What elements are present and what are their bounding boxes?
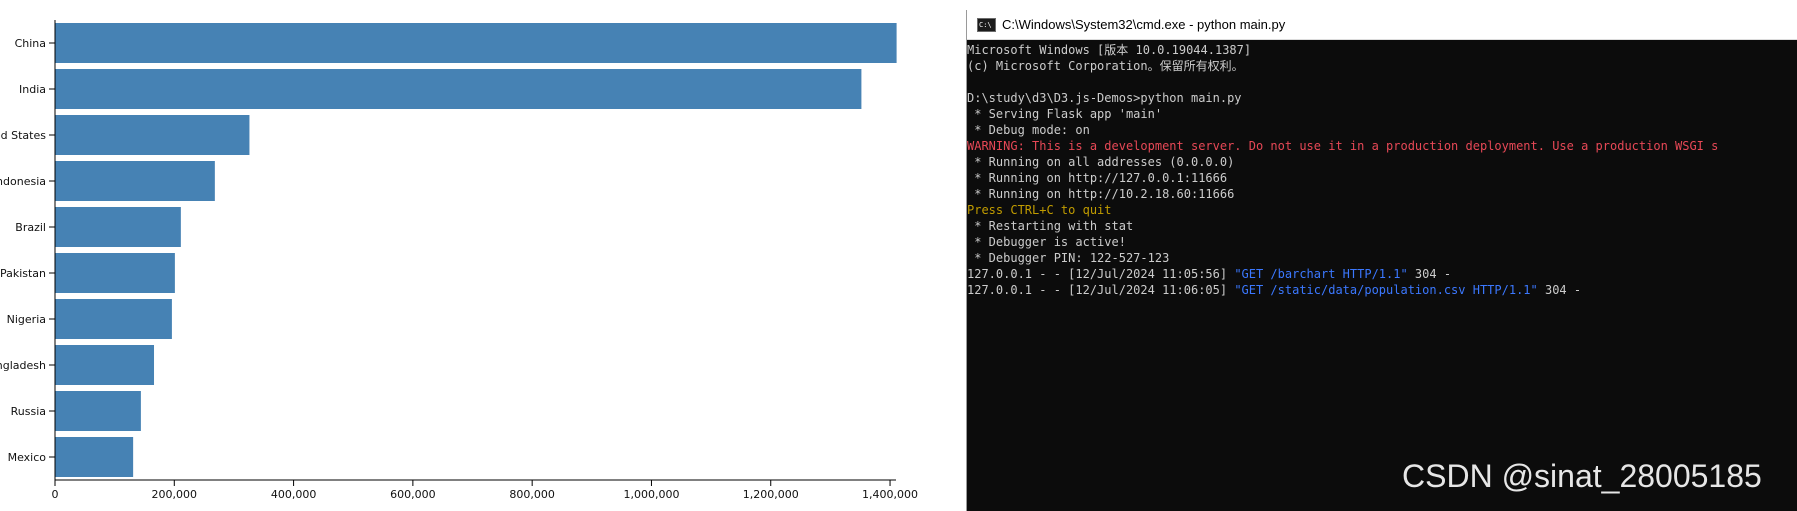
bar-chart-svg: China India United States Indonesia Brazil Pa… <box>0 20 918 501</box>
population-bar-chart: China India United States Indonesia Brazil Pa… <box>0 0 960 511</box>
bar <box>55 299 172 339</box>
y-tick-label: Nigeria <box>7 313 46 326</box>
console-line: D:\study\d3\D3.js-Demos>python main.py <box>967 91 1242 105</box>
bar <box>55 207 181 247</box>
x-tick-label: 400,000 <box>271 488 317 501</box>
bar <box>55 161 215 201</box>
bar <box>55 115 250 155</box>
y-tick-label: India <box>19 83 46 96</box>
console-line: * Debug mode: on <box>967 123 1090 137</box>
console-line: WARNING: This is a development server. D… <box>967 139 1719 153</box>
bar <box>55 437 134 477</box>
console-line: * Debugger is active! <box>967 235 1126 249</box>
cmd-window-title: C:\Windows\System32\cmd.exe - python mai… <box>1002 17 1286 32</box>
bar <box>55 23 897 63</box>
console-line: Press CTRL+C to quit <box>967 203 1112 217</box>
console-line: * Restarting with stat <box>967 219 1134 233</box>
request-prefix: 127.0.0.1 - - [12/Jul/2024 11:05:56] <box>967 267 1235 281</box>
x-tick-label: 1,000,000 <box>623 488 679 501</box>
watermark: CSDN @sinat_28005185 <box>1402 458 1762 494</box>
request-path: "GET /static/data/population.csv HTTP/1.… <box>1234 283 1538 297</box>
x-tick-label: 1,200,000 <box>743 488 799 501</box>
console-line: * Serving Flask app 'main' <box>967 107 1163 121</box>
y-tick-label: Bangladesh <box>0 359 46 372</box>
console-line: * Running on http://10.2.18.60:11666 <box>967 187 1235 201</box>
bar <box>55 253 175 293</box>
request-prefix: 127.0.0.1 - - [12/Jul/2024 11:06:05] <box>967 283 1235 297</box>
console-request-line: 127.0.0.1 - - [12/Jul/2024 11:06:05] "GE… <box>967 282 1797 298</box>
y-tick-label: Indonesia <box>0 175 46 188</box>
x-tick-label: 800,000 <box>509 488 555 501</box>
x-tick-label: 1,400,000 <box>862 488 918 501</box>
console-line: Microsoft Windows [版本 10.0.19044.1387] <box>967 43 1252 57</box>
y-tick-label: Brazil <box>15 221 46 234</box>
bar <box>55 69 862 109</box>
console-line: * Running on all addresses (0.0.0.0) <box>967 155 1235 169</box>
cmd-icon: C:\ <box>977 17 996 32</box>
y-tick-label: Pakistan <box>0 267 46 280</box>
console-line: * Running on http://127.0.0.1:11666 <box>967 171 1228 185</box>
request-status: 304 - <box>1407 267 1452 281</box>
x-tick-label: 0 <box>52 488 59 501</box>
x-tick-label: 600,000 <box>390 488 436 501</box>
x-tick-label: 200,000 <box>152 488 198 501</box>
cmd-window[interactable]: C:\ C:\Windows\System32\cmd.exe - python… <box>966 10 1797 511</box>
y-tick-label: Russia <box>11 405 46 418</box>
y-tick-label: China <box>15 37 46 50</box>
bar <box>55 391 141 431</box>
request-status: 304 - <box>1537 283 1582 297</box>
cmd-console-output[interactable]: Microsoft Windows [版本 10.0.19044.1387] (c… <box>967 40 1797 298</box>
request-path: "GET /barchart HTTP/1.1" <box>1234 267 1408 281</box>
console-request-line: 127.0.0.1 - - [12/Jul/2024 11:05:56] "GE… <box>967 266 1797 282</box>
console-line: (c) Microsoft Corporation。保留所有权利。 <box>967 59 1244 73</box>
console-line: * Debugger PIN: 122-527-123 <box>967 251 1170 265</box>
y-tick-label: Mexico <box>8 451 47 464</box>
cmd-titlebar[interactable]: C:\ C:\Windows\System32\cmd.exe - python… <box>967 10 1797 40</box>
bar <box>55 345 155 385</box>
y-tick-label: United States <box>0 129 46 142</box>
